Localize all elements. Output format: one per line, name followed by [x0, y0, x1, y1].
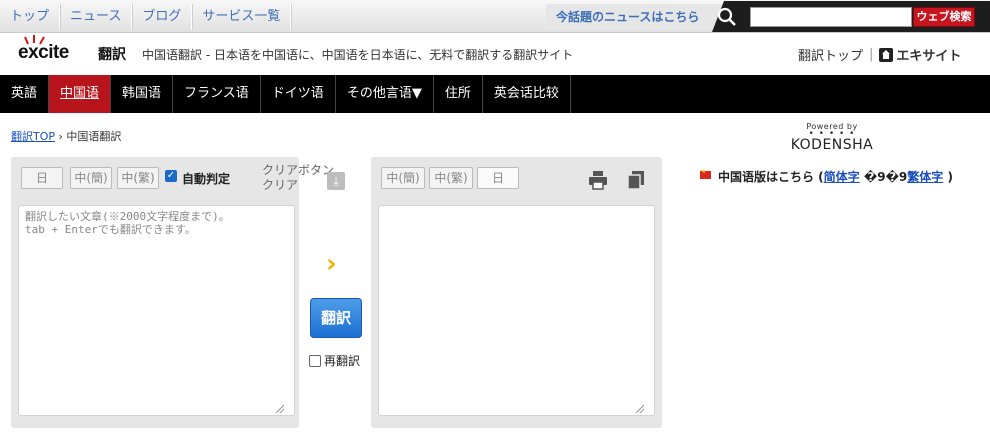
china-flag-icon [700, 168, 711, 179]
page-tagline: 中国语翻訳 - 日本语を中国语に、中国语を日本语に、无料で翻訳する翻訳サイト [142, 48, 574, 62]
excite-home-link[interactable]: エキサイト [896, 45, 961, 64]
top-bar: トップ ニュース ブログ サービス一覧 今話題のニュースはこちら ウェブ検索 [0, 0, 990, 33]
chinese-version-text: 中国语版はこちら ( [718, 170, 824, 184]
clear-label: クリア [262, 178, 299, 192]
copy-icon[interactable] [627, 170, 645, 190]
traditional-link[interactable]: 繁体字 [907, 170, 943, 184]
target-lang-zh-simplified-button[interactable]: 中(簡) [381, 167, 425, 189]
target-lang-ja-button[interactable]: 日 [477, 167, 519, 189]
breadcrumb-top-link[interactable]: 翻訳TOP [11, 130, 55, 143]
nav-news[interactable]: ニュース [60, 4, 133, 30]
source-lang-ja-button[interactable]: 日 [21, 167, 63, 189]
breadcrumb-current: 中国语翻訳 [66, 130, 122, 143]
source-lang-zh-simplified-button[interactable]: 中(簡) [70, 167, 112, 189]
header-links: 翻訳トップ | エキサイト [798, 45, 961, 64]
hot-news-link[interactable]: 今話題のニュースはこちら [546, 4, 732, 30]
retranslate-checkbox[interactable] [309, 354, 321, 367]
lang-tab-english[interactable]: 英語 [0, 75, 50, 113]
result-text-output[interactable] [378, 205, 655, 416]
source-lang-zh-traditional-button[interactable]: 中(繁) [117, 167, 159, 189]
retranslate-option[interactable]: 再翻訳 [309, 352, 360, 369]
search-icon[interactable] [716, 6, 738, 28]
nav-blog[interactable]: ブログ [132, 4, 193, 30]
auto-detect-checkbox[interactable]: ✓ [165, 170, 177, 182]
chinese-version-close: ) [943, 170, 953, 184]
search-input[interactable] [750, 7, 912, 27]
lang-tab-other[interactable]: その他言语▼ [336, 75, 434, 113]
lang-tab-french[interactable]: フランス语 [173, 75, 261, 113]
logo-subtitle: 翻訳 [98, 47, 126, 63]
chinese-version-line: 中国语版はこちら (简体字 �9�9繁体字 ) [718, 168, 953, 185]
separator: | [869, 47, 874, 62]
top-nav: トップ ニュース ブログ サービス一覧 [0, 4, 292, 30]
lang-tab-german[interactable]: ドイツ语 [261, 75, 336, 113]
web-search-button[interactable]: ウェブ検索 [913, 7, 975, 27]
kodensha-logo[interactable]: Powered by • • • • • KODENSHA [788, 122, 876, 153]
excite-logo[interactable]: excite [18, 42, 69, 64]
translate-button[interactable]: 翻訳 [310, 298, 362, 338]
source-text-input[interactable]: 翻訳したい文章(※2000文字程度まで)。 tab + Enterでも翻訳できま… [18, 205, 295, 416]
nav-top[interactable]: トップ [0, 4, 61, 30]
lang-tab-eikaiwa[interactable]: 英会话比较 [483, 75, 571, 113]
source-resize-handle[interactable] [276, 405, 284, 413]
kodensha-name: KODENSHA [790, 137, 874, 153]
chinese-version-mid: �9�9 [859, 170, 908, 184]
print-icon[interactable] [588, 170, 608, 190]
language-nav: 英語 中国语 韩国语 フランス语 ドイツ语 その他言语▼ 住所 英会话比较 [0, 75, 990, 113]
simplified-link[interactable]: 简体字 [824, 170, 860, 184]
retranslate-label: 再翻訳 [324, 354, 361, 368]
lang-tab-address[interactable]: 住所 [434, 75, 483, 113]
home-icon [879, 47, 894, 62]
breadcrumb: 翻訳TOP › 中国语翻訳 [11, 128, 121, 144]
translate-top-link[interactable]: 翻訳トップ [798, 45, 863, 64]
target-lang-zh-traditional-button[interactable]: 中(繁) [429, 167, 473, 189]
result-resize-handle[interactable] [636, 405, 644, 413]
lang-tab-chinese[interactable]: 中国语 [49, 75, 112, 113]
arrow-right-icon: › [326, 249, 337, 279]
nav-services[interactable]: サービス一覧 [192, 4, 292, 30]
lang-tab-korean[interactable]: 韩国语 [111, 75, 174, 113]
clear-icon[interactable]: ⤓ [327, 172, 345, 190]
clear-alt-text: クリアボタン [262, 163, 335, 177]
auto-detect-label: 自動判定 [182, 172, 231, 186]
breadcrumb-separator: › [58, 130, 63, 143]
